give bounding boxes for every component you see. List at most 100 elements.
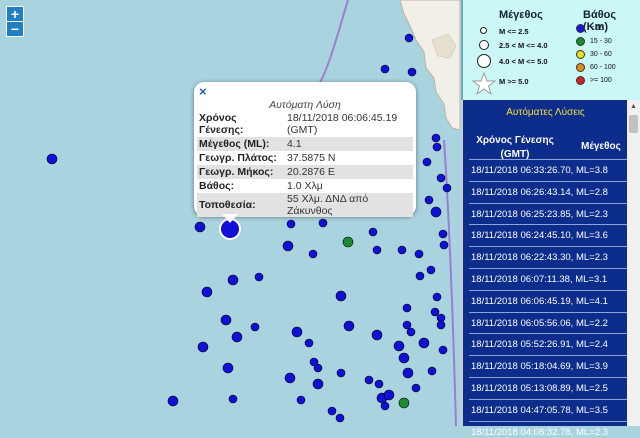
earthquake-marker[interactable] xyxy=(284,372,296,384)
earthquake-marker[interactable] xyxy=(431,133,441,143)
earthquake-marker[interactable] xyxy=(438,345,448,355)
earthquake-marker[interactable] xyxy=(228,394,238,404)
earthquake-marker[interactable] xyxy=(402,320,412,330)
column-header-magnitude: Μέγεθος xyxy=(581,141,621,152)
earthquake-marker[interactable] xyxy=(167,395,179,407)
map-canvas[interactable]: + − × Αυτόματη Λύση Χρόνος Γένεσης: 18/11… xyxy=(0,0,460,426)
earthquake-marker[interactable] xyxy=(313,363,323,373)
popup-label: Μέγεθος (ML): xyxy=(197,137,285,151)
earthquake-marker[interactable] xyxy=(201,286,213,298)
solution-row[interactable]: 18/11/2018 06:22:43.30, ML=2.3 xyxy=(471,252,629,263)
row-separator xyxy=(469,333,627,335)
earthquake-marker[interactable] xyxy=(308,249,318,259)
earthquake-marker[interactable] xyxy=(432,142,442,152)
earthquake-marker[interactable] xyxy=(406,327,416,337)
earthquake-marker[interactable] xyxy=(372,245,382,255)
zoom-in-button[interactable]: + xyxy=(6,6,24,22)
solution-row[interactable]: 18/11/2018 06:33:26.70, ML=3.8 xyxy=(471,165,629,176)
row-separator xyxy=(469,420,627,422)
row-separator xyxy=(469,246,627,248)
earthquake-marker[interactable] xyxy=(371,329,383,341)
solution-row[interactable]: 18/11/2018 06:26:43.14, ML=2.8 xyxy=(471,187,629,198)
earthquake-marker-green[interactable] xyxy=(342,236,354,248)
earthquake-marker[interactable] xyxy=(194,221,206,233)
earthquake-marker[interactable] xyxy=(404,33,414,43)
popup-row: Βάθος: 1.0 Χλμ xyxy=(197,179,413,193)
earthquake-marker[interactable] xyxy=(397,245,407,255)
earthquake-marker[interactable] xyxy=(374,379,384,389)
earthquake-marker[interactable] xyxy=(415,271,425,281)
solution-row[interactable]: 18/11/2018 06:05:56.06, ML=2.2 xyxy=(471,318,629,329)
earthquake-marker[interactable] xyxy=(422,157,432,167)
earthquake-marker[interactable] xyxy=(418,337,430,349)
earthquake-marker[interactable] xyxy=(231,331,243,343)
earthquake-marker[interactable] xyxy=(336,368,346,378)
earthquake-marker[interactable] xyxy=(282,240,294,252)
solution-row[interactable]: 18/11/2018 06:24:45.10, ML=3.6 xyxy=(471,230,629,241)
earthquake-marker[interactable] xyxy=(424,195,434,205)
earthquake-marker[interactable] xyxy=(220,314,232,326)
earthquake-marker[interactable] xyxy=(436,173,446,183)
earthquake-marker[interactable] xyxy=(432,292,442,302)
earthquake-marker[interactable] xyxy=(402,303,412,313)
solution-row[interactable]: 18/11/2018 06:07:11.38, ML=3.1 xyxy=(471,274,629,285)
earthquake-marker[interactable] xyxy=(380,64,390,74)
earthquake-marker[interactable] xyxy=(343,320,355,332)
depth-orange-icon xyxy=(576,63,585,72)
earthquake-marker[interactable] xyxy=(430,307,440,317)
earthquake-marker[interactable] xyxy=(286,219,296,229)
earthquake-marker-green[interactable] xyxy=(398,397,410,409)
solution-row[interactable]: 18/11/2018 06:25:23.85, ML=2.3 xyxy=(471,209,629,220)
earthquake-marker[interactable] xyxy=(438,229,448,239)
earthquake-marker[interactable] xyxy=(304,338,314,348)
earthquake-marker[interactable] xyxy=(318,218,328,228)
legend-depth-item: < 15 xyxy=(590,25,604,32)
solution-row[interactable]: 18/11/2018 04:47:05.78, ML=3.5 xyxy=(471,405,629,416)
row-separator xyxy=(469,180,627,182)
earthquake-marker[interactable] xyxy=(197,341,209,353)
earthquake-marker[interactable] xyxy=(427,366,437,376)
earthquake-marker[interactable] xyxy=(383,389,395,401)
earthquake-marker[interactable] xyxy=(380,401,390,411)
earthquake-marker[interactable] xyxy=(439,240,449,250)
earthquake-marker[interactable] xyxy=(364,375,374,385)
earthquake-marker[interactable] xyxy=(436,320,446,330)
earthquake-marker[interactable] xyxy=(411,383,421,393)
earthquake-marker[interactable] xyxy=(222,362,234,374)
earthquake-marker[interactable] xyxy=(327,406,337,416)
earthquake-marker[interactable] xyxy=(250,322,260,332)
solution-row[interactable]: 18/11/2018 05:13:08.89, ML=2.5 xyxy=(471,383,629,394)
popup-close-icon[interactable]: × xyxy=(199,84,207,99)
earthquake-marker[interactable] xyxy=(402,367,414,379)
solution-row[interactable]: 18/11/2018 04:08:32.78, ML=2.3 xyxy=(471,427,629,438)
earthquake-marker[interactable] xyxy=(398,352,410,364)
earthquake-marker[interactable] xyxy=(442,183,452,193)
earthquake-marker[interactable] xyxy=(368,227,378,237)
earthquake-marker[interactable] xyxy=(254,272,264,282)
list-scrollbar[interactable]: ▲ xyxy=(627,100,640,426)
earthquake-marker[interactable] xyxy=(291,326,303,338)
solution-row[interactable]: 18/11/2018 05:18:04.69, ML=3.9 xyxy=(471,361,629,372)
earthquake-marker[interactable] xyxy=(335,290,347,302)
earthquake-marker[interactable] xyxy=(227,274,239,286)
solution-row[interactable]: 18/11/2018 05:52:26.91, ML=2.4 xyxy=(471,339,629,350)
earthquake-marker[interactable] xyxy=(430,206,442,218)
earthquake-marker[interactable] xyxy=(426,265,436,275)
legend-depth-item: >= 100 xyxy=(590,77,612,84)
scroll-up-icon[interactable]: ▲ xyxy=(627,100,640,113)
depth-blue-icon xyxy=(576,24,585,33)
depth-green-icon xyxy=(576,37,585,46)
earthquake-marker[interactable] xyxy=(407,67,417,77)
earthquake-marker[interactable] xyxy=(414,249,424,259)
earthquake-marker[interactable] xyxy=(296,395,306,405)
legend-magnitude-item: 4.0 < M <= 5.0 xyxy=(499,57,548,66)
earthquake-marker[interactable] xyxy=(46,153,58,165)
zoom-out-button[interactable]: − xyxy=(6,21,24,37)
scroll-thumb[interactable] xyxy=(629,115,638,133)
earthquake-marker[interactable] xyxy=(393,340,405,352)
earthquake-popup: × Αυτόματη Λύση Χρόνος Γένεσης: 18/11/201… xyxy=(194,82,416,217)
earthquake-marker[interactable] xyxy=(335,413,345,423)
earthquake-marker[interactable] xyxy=(312,378,324,390)
popup-label: Τοποθεσία: xyxy=(197,193,285,217)
solution-row[interactable]: 18/11/2018 06:06:45.19, ML=4.1 xyxy=(471,296,629,307)
